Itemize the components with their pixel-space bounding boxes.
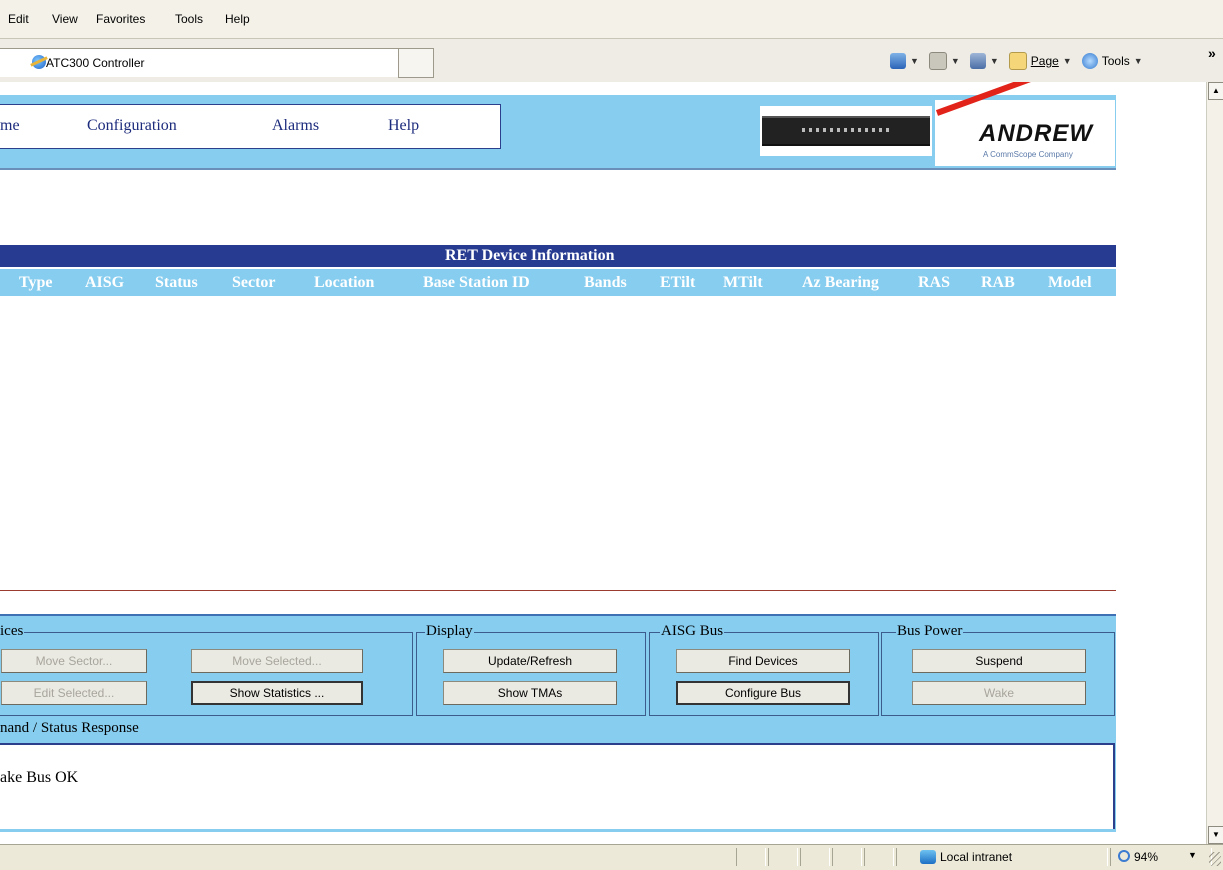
device-list-area[interactable] [0, 296, 1116, 590]
response-box: ake Bus OK [0, 743, 1115, 829]
menu-favorites[interactable]: Favorites [96, 12, 145, 26]
configure-bus-button[interactable]: Configure Bus [676, 681, 850, 705]
tools-menu-label[interactable]: Tools [1102, 54, 1130, 68]
print-icon[interactable] [969, 53, 986, 69]
show-tmas-button[interactable]: Show TMAs [443, 681, 617, 705]
vertical-scrollbar[interactable]: ▲ ▼ [1206, 82, 1223, 844]
col-ras[interactable]: RAS [918, 274, 950, 292]
home-dropdown-icon[interactable]: ▼ [910, 56, 919, 66]
wake-button[interactable]: Wake [912, 681, 1086, 705]
browser-tab[interactable]: ATC300 Controller [0, 48, 399, 77]
local-intranet-icon [920, 850, 936, 864]
print-dropdown-icon[interactable]: ▼ [990, 56, 999, 66]
suspend-button[interactable]: Suspend [912, 649, 1086, 673]
tab-title: ATC300 Controller [46, 56, 145, 70]
status-cell [832, 848, 862, 866]
update-refresh-button[interactable]: Update/Refresh [443, 649, 617, 673]
zoom-level[interactable]: 94% [1134, 850, 1158, 864]
col-location[interactable]: Location [314, 274, 374, 292]
aisg-bus-group: AISG Bus Find Devices Configure Bus [649, 623, 879, 716]
col-base-station-id[interactable]: Base Station ID [423, 274, 530, 292]
tools-gear-icon[interactable] [1081, 53, 1098, 69]
ie-page-icon [32, 55, 46, 69]
page-menu-label[interactable]: Page [1031, 54, 1059, 68]
move-sector-button[interactable]: Move Sector... [1, 649, 147, 673]
show-statistics-button[interactable]: Show Statistics ... [191, 681, 363, 705]
list-divider [0, 590, 1116, 591]
bus-power-group: Bus Power Suspend Wake [881, 623, 1115, 716]
resize-grip-icon[interactable] [1209, 852, 1221, 866]
logo-wordmark: ANDREW [979, 120, 1093, 147]
col-rab[interactable]: RAB [981, 274, 1015, 292]
main-nav: me Configuration Alarms Help [0, 104, 501, 149]
chevron-more-icon[interactable]: » [1208, 45, 1216, 61]
feeds-icon[interactable] [928, 52, 947, 70]
security-zone-label: Local intranet [940, 850, 1013, 864]
status-cell [864, 848, 894, 866]
scroll-up-icon[interactable]: ▲ [1208, 82, 1223, 100]
table-title: RET Device Information [445, 247, 615, 264]
response-text: ake Bus OK [0, 769, 79, 786]
command-status-label: nand / Status Response [0, 720, 139, 736]
status-cell [736, 848, 766, 866]
col-az-bearing[interactable]: Az Bearing [802, 274, 879, 292]
rack-unit-graphic [762, 116, 930, 146]
logo-tagline: A CommScope Company [983, 150, 1073, 159]
col-type[interactable]: Type [19, 274, 52, 292]
menu-view[interactable]: View [52, 12, 78, 26]
col-sector[interactable]: Sector [232, 274, 276, 292]
menu-edit[interactable]: Edit [8, 12, 29, 26]
zoom-dropdown-icon[interactable]: ▼ [1188, 850, 1197, 860]
home-icon[interactable] [890, 53, 906, 69]
col-model[interactable]: Model [1048, 274, 1092, 292]
aisg-bus-group-legend: AISG Bus [660, 623, 725, 640]
scroll-down-icon[interactable]: ▼ [1208, 826, 1223, 844]
andrew-logo: ANDREW A CommScope Company [935, 82, 1115, 166]
zoom-icon[interactable] [1118, 850, 1130, 862]
browser-tabbar: ATC300 Controller ▼ ▼ ▼ Page ▼ Tools ▼ » [0, 38, 1223, 83]
devices-group-legend: ices [0, 623, 25, 640]
edit-selected-button[interactable]: Edit Selected... [1, 681, 147, 705]
browser-menubar: Edit View Favorites Tools Help [0, 0, 1223, 38]
find-devices-button[interactable]: Find Devices [676, 649, 850, 673]
header-divider [0, 168, 1116, 170]
col-aisg[interactable]: AISG [85, 274, 124, 292]
nav-help[interactable]: Help [388, 117, 419, 135]
col-etilt[interactable]: ETilt [660, 274, 695, 292]
col-mtilt[interactable]: MTilt [723, 274, 763, 292]
menu-tools[interactable]: Tools [175, 12, 203, 26]
col-bands[interactable]: Bands [584, 274, 627, 292]
display-group-legend: Display [425, 623, 474, 640]
move-selected-button[interactable]: Move Selected... [191, 649, 363, 673]
nav-configuration[interactable]: Configuration [87, 117, 177, 135]
bus-power-group-legend: Bus Power [896, 623, 964, 640]
devices-group: ices Move Sector... Move Selected... Edi… [0, 623, 413, 716]
nav-alarms[interactable]: Alarms [272, 117, 319, 135]
page-viewport: me Configuration Alarms Help ANDREW A Co… [0, 82, 1206, 844]
page-icon[interactable] [1008, 52, 1027, 70]
display-group: Display Update/Refresh Show TMAs [416, 623, 646, 716]
col-status[interactable]: Status [155, 274, 198, 292]
feeds-dropdown-icon[interactable]: ▼ [951, 56, 960, 66]
new-tab-button[interactable] [398, 48, 434, 78]
table-header-row: Type AISG Status Sector Location Base St… [0, 269, 1116, 296]
browser-statusbar: Local intranet 94% ▼ [0, 844, 1223, 870]
table-title-bar: RET Device Information [0, 245, 1116, 267]
control-panel: ices Move Sector... Move Selected... Edi… [0, 614, 1116, 832]
atc300-device-image [760, 106, 932, 156]
tools-dropdown-icon[interactable]: ▼ [1134, 56, 1143, 66]
status-cell [800, 848, 830, 866]
nav-home[interactable]: me [0, 117, 20, 135]
command-bar: ▼ ▼ ▼ Page ▼ Tools ▼ [890, 49, 1149, 73]
status-cell [768, 848, 798, 866]
menu-help[interactable]: Help [225, 12, 250, 26]
page-dropdown-icon[interactable]: ▼ [1063, 56, 1072, 66]
